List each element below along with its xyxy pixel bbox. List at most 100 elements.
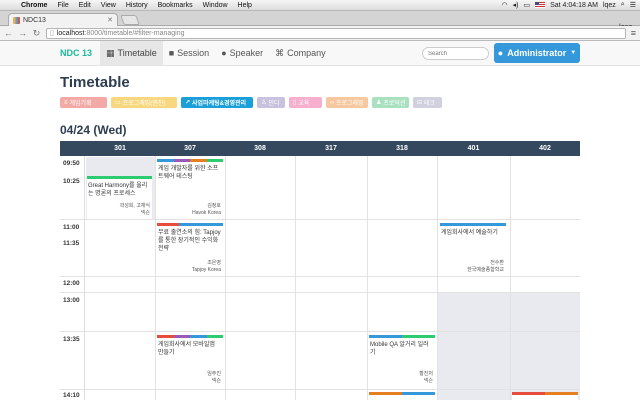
chart-icon: ↗ [185, 100, 191, 106]
time-label: 13:00 [63, 297, 80, 304]
admin-user-icon: ● [497, 48, 504, 58]
session-speaker: 전수환 [490, 260, 504, 266]
menu-bookmarks[interactable]: Bookmarks [153, 2, 198, 9]
menu-file[interactable]: File [52, 2, 73, 9]
battery-icon[interactable]: ▭ [523, 1, 530, 9]
session-company: 한국예술종합학교 [467, 267, 504, 273]
new-tab-button[interactable] [120, 15, 140, 25]
session-card[interactable] [369, 392, 435, 400]
book-icon: ▯ [293, 100, 297, 106]
wifi-icon[interactable]: ◠ [501, 1, 507, 9]
address-bar[interactable]: ▯ localhost :8000/timetable/#filter-mana… [46, 27, 626, 39]
menu-window[interactable]: Window [198, 2, 233, 9]
menu-view[interactable]: View [96, 2, 121, 9]
session-card[interactable]: 게임회사에서 예술하기 전수환 한국예술종합학교 [440, 223, 506, 273]
col-divider [510, 156, 511, 400]
nav-company[interactable]: ⌘ Company [269, 41, 332, 65]
col-divider [225, 156, 226, 400]
session-card[interactable]: 게임회사에서 모바일앱 만들기 임주진 넥슨 [157, 335, 223, 387]
session-card[interactable]: Great Harmony를 울리는 명론의 프로세스 곽성희, 고재식 넥슨 [87, 176, 152, 219]
filter-chip[interactable]: ▭ 프로그래밍(엔진) [111, 97, 177, 108]
filter-chip[interactable]: ‹› 프로그래밍 [326, 97, 368, 108]
admin-label: Administrator [507, 48, 567, 58]
room-header: 307 [184, 145, 196, 152]
session-speaker: 김정호 [207, 203, 221, 209]
notification-list-icon[interactable]: ☰ [630, 1, 636, 9]
date-heading: 04/24 (Wed) [60, 123, 127, 137]
session-title: 게임회사에서 예술하기 [441, 230, 498, 236]
session-title: Mobile QA 알거리 일러기 [370, 342, 429, 356]
filter-chip-active[interactable]: ↗ 사업마케팅&경영관리 [181, 97, 253, 108]
nav-company-label: Company [287, 48, 326, 58]
time-label: 11:00 [63, 224, 80, 231]
filter-chip[interactable]: ≡ 게임기획 [60, 97, 107, 108]
video-camera-icon: ■ [168, 48, 175, 58]
browser-tabbar: NDC13 ✕ lqez [0, 11, 640, 31]
menubar-user[interactable]: lqez [603, 2, 616, 9]
menu-app[interactable]: Chrome [16, 2, 52, 9]
reload-icon[interactable]: ↻ [32, 28, 41, 39]
nav-timetable-label: Timetable [117, 48, 157, 58]
menu-help[interactable]: Help [233, 2, 257, 9]
spotlight-icon[interactable]: ⌕ [621, 1, 625, 9]
room-header: 402 [539, 145, 551, 152]
time-column: 09:50 10:25 11:00 11:35 12:00 13:00 13:3… [60, 156, 85, 400]
url-path: :8000/timetable/#filter-managing [84, 29, 185, 37]
filter-chip[interactable]: ♙ 인디 [257, 97, 285, 108]
session-company: 넥슨 [423, 378, 433, 384]
gamepad-icon: ⊟ [417, 100, 423, 106]
time-label: 13:35 [63, 336, 80, 343]
filter-chip[interactable]: ♟ 프로덕션 [372, 97, 409, 108]
session-title: 무료 출연소의 힘: Tapjoy를 통한 장기적인 수익화 전략 [158, 230, 221, 252]
col-divider [437, 156, 438, 400]
nav-session[interactable]: ■ Session [163, 41, 215, 65]
nav-timetable[interactable]: ▦ Timetable [100, 41, 163, 65]
session-card[interactable]: 무료 출연소의 힘: Tapjoy를 통한 장기적인 수익화 전략 조은영 Ta… [157, 223, 223, 275]
room-header: 401 [467, 145, 480, 152]
session-title: 게임 개발자를 위한 소프트웨어 테스팅 [158, 166, 219, 180]
time-label: 10:25 [63, 178, 80, 185]
search-input[interactable] [422, 47, 489, 60]
session-title: 게임회사에서 모바일앱 만들기 [158, 342, 215, 356]
nav-speaker[interactable]: ● Speaker [215, 41, 269, 65]
calendar-icon: ▦ [106, 47, 115, 58]
timetable: 301 307 308 317 318 401 402 09:50 10:25 … [60, 141, 580, 400]
track-color-bar [440, 223, 506, 226]
filter-icon: ≡ [64, 99, 68, 106]
filter-chip[interactable]: ▯ 교육 [289, 97, 322, 108]
tab-close-icon[interactable]: ✕ [107, 16, 113, 24]
person-icon: ♙ [261, 100, 267, 106]
filter-chip[interactable]: ⊟ 테크 [413, 97, 442, 108]
brand-logo[interactable]: NDC 13 [0, 41, 100, 65]
people-icon: ♟ [376, 100, 382, 106]
menu-edit[interactable]: Edit [74, 2, 96, 9]
room-header: 318 [396, 145, 408, 152]
clock[interactable]: Sat 4:04:18 AM [550, 2, 598, 9]
session-company: 넥슨 [140, 210, 150, 216]
session-speaker: 황진저 [419, 371, 433, 377]
filter-icon: ▭ [115, 100, 121, 106]
session-title: Great Harmony를 울리는 명론의 프로세스 [88, 183, 148, 197]
timetable-header: 301 307 308 317 318 401 402 [60, 141, 580, 156]
row-divider [60, 276, 580, 277]
url-host: localhost [56, 29, 85, 37]
chrome-menu-icon[interactable]: ≡ [631, 28, 636, 38]
session-card[interactable]: Mobile QA 알거리 일러기 황진저 넥슨 [369, 335, 435, 387]
row-divider [60, 292, 580, 293]
session-card[interactable] [512, 392, 578, 400]
row-divider [60, 331, 580, 332]
command-icon: ⌘ [275, 47, 285, 58]
track-color-bar [87, 176, 152, 179]
back-icon[interactable]: ← [4, 28, 13, 38]
time-label: 14:10 [63, 392, 80, 399]
input-flag-icon[interactable] [535, 2, 546, 8]
browser-tab[interactable]: NDC13 ✕ [8, 13, 118, 26]
session-company: Tapjoy Korea [191, 267, 221, 273]
menu-history[interactable]: History [121, 2, 153, 9]
forward-icon[interactable]: → [18, 28, 27, 38]
admin-dropdown-button[interactable]: ● Administrator ▼ [494, 43, 580, 63]
session-card[interactable]: 게임 개발자를 위한 소프트웨어 테스팅 김정호 Havok Korea [157, 159, 223, 217]
track-color-bar [157, 335, 223, 338]
session-company: 넥슨 [211, 378, 221, 384]
volume-icon[interactable]: ◂) [513, 1, 519, 9]
